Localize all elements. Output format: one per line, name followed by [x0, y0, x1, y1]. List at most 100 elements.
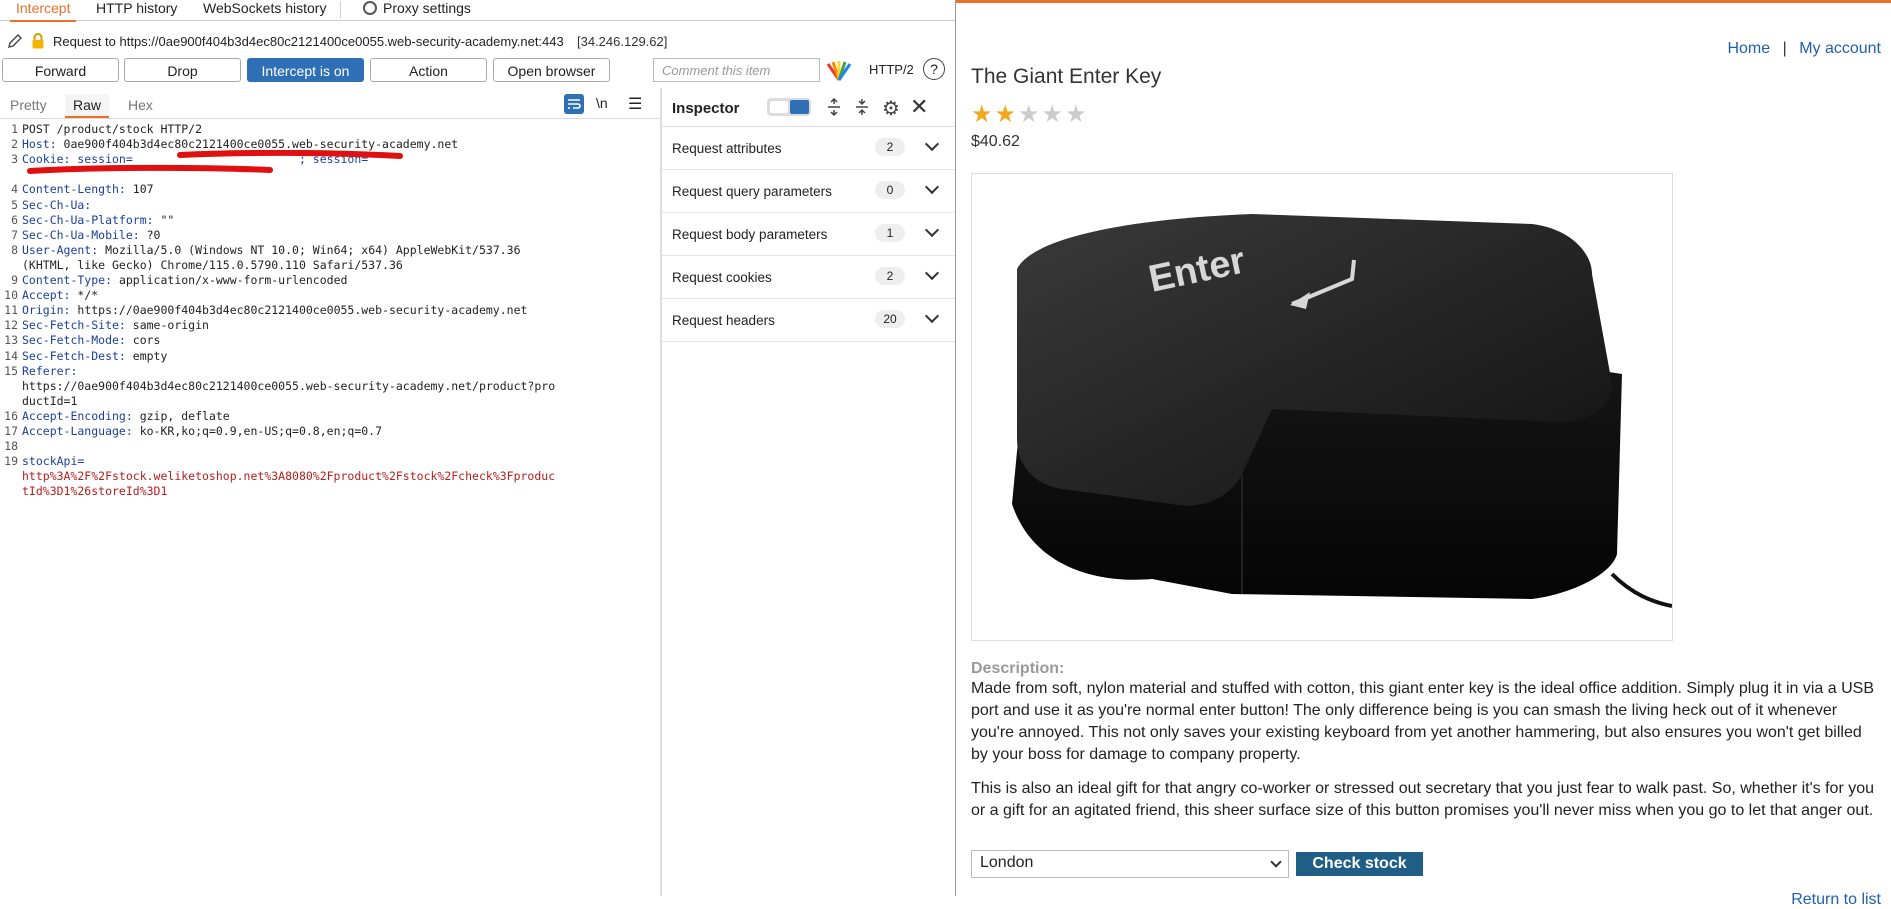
- inspector-row-query-parameters[interactable]: Request query parameters 0: [662, 170, 955, 213]
- inspector-row-request-attributes[interactable]: Request attributes 2: [662, 127, 955, 170]
- request-line: Sec-Fetch-Site: same-origin: [22, 318, 209, 333]
- chevron-down-icon[interactable]: [924, 222, 940, 238]
- intercept-toggle-button[interactable]: Intercept is on: [247, 58, 364, 82]
- header-value: ductId=1: [22, 393, 78, 408]
- chevron-down-icon: [1270, 856, 1282, 868]
- http-version-label[interactable]: HTTP/2: [869, 62, 914, 77]
- request-line: Sec-Ch-Ua-Mobile: ?0: [22, 228, 160, 243]
- header-name: Sec-Fetch-Site:: [22, 318, 126, 333]
- forward-button[interactable]: Forward: [2, 58, 119, 82]
- chevron-down-icon[interactable]: [924, 308, 940, 324]
- tab-intercept[interactable]: Intercept: [10, 0, 77, 22]
- tab-http-history[interactable]: HTTP history: [96, 0, 177, 20]
- tab-proxy-settings[interactable]: Proxy settings: [363, 0, 471, 20]
- check-stock-button[interactable]: Check stock: [1296, 852, 1423, 876]
- header-value: same-origin: [125, 318, 209, 333]
- header-name: Referer:: [22, 363, 78, 378]
- inspector-panel: Inspector ⚙ ✕ Request attributes 2 Reque…: [662, 88, 955, 896]
- open-browser-button[interactable]: Open browser: [493, 58, 610, 82]
- tab-divider: [340, 1, 341, 18]
- line-number: 3: [11, 152, 18, 167]
- menu-icon[interactable]: ☰: [628, 94, 642, 114]
- star-empty-icon: ★: [1018, 101, 1042, 128]
- description-heading: Description:: [971, 660, 1065, 677]
- description-paragraph-1: Made from soft, nylon material and stuff…: [971, 680, 1874, 763]
- editor-tabs: Pretty Raw Hex \n ☰: [0, 94, 660, 119]
- product-image: Enter: [971, 173, 1673, 641]
- close-icon[interactable]: ✕: [910, 94, 928, 120]
- inspector-title: Inspector: [672, 100, 740, 117]
- request-line: Accept: */*: [22, 288, 98, 303]
- header-value: https://0ae900f404b3d4ec80c2121400ce0055…: [70, 303, 528, 318]
- tab-websockets-history[interactable]: WebSockets history: [203, 0, 326, 20]
- request-line: Content-Length: 107: [22, 182, 154, 197]
- tab-pretty[interactable]: Pretty: [10, 94, 47, 118]
- request-line: Cookie: session= ; session=: [22, 152, 368, 167]
- request-line: stockApi=: [22, 454, 84, 469]
- inspector-row-count: 2: [875, 267, 905, 285]
- help-icon[interactable]: ?: [923, 58, 945, 80]
- description-paragraph-2: This is also an ideal gift for that angr…: [971, 780, 1875, 819]
- gear-icon: [363, 1, 377, 15]
- show-newlines-icon[interactable]: \n: [596, 95, 608, 111]
- word-wrap-icon[interactable]: [564, 94, 584, 114]
- request-editor[interactable]: 1 POST /product/stock HTTP/2 2 Host: 0ae900…: [0, 120, 660, 896]
- line-number: 17: [4, 424, 18, 438]
- line-number: 14: [4, 348, 18, 363]
- collapse-all-icon[interactable]: [854, 98, 870, 116]
- request-line: tId%3D1%26storeId%3D1: [22, 484, 167, 499]
- layout-horizontal-icon[interactable]: [790, 100, 809, 114]
- highlight-color-icon[interactable]: [826, 60, 852, 82]
- star-filled-icon: ★: [971, 101, 995, 128]
- inspector-row-headers[interactable]: Request headers 20: [662, 299, 955, 342]
- request-line: Sec-Fetch-Mode: cors: [22, 333, 160, 348]
- layout-toggle[interactable]: [767, 98, 811, 116]
- product-rating: ★★★★★: [971, 100, 1089, 129]
- drop-button[interactable]: Drop: [124, 58, 241, 82]
- chevron-down-icon[interactable]: [924, 179, 940, 195]
- enter-key-image: Enter: [1012, 214, 1672, 608]
- home-link[interactable]: Home: [1727, 40, 1770, 57]
- tab-hex[interactable]: Hex: [128, 94, 153, 118]
- header-value: 107: [125, 182, 154, 197]
- layout-vertical-icon[interactable]: [770, 101, 788, 113]
- header-value: https://0ae900f404b3d4ec80c2121400ce0055…: [22, 378, 556, 393]
- request-line: (KHTML, like Gecko) Chrome/115.0.5790.11…: [22, 258, 403, 273]
- expand-all-icon[interactable]: [826, 98, 842, 116]
- request-line: https://0ae900f404b3d4ec80c2121400ce0055…: [22, 379, 555, 394]
- request-line: Content-Type: application/x-www-form-url…: [22, 273, 347, 288]
- store-select[interactable]: London: [971, 850, 1289, 878]
- product-page: Home | My account The Giant Enter Key ★★…: [956, 0, 1891, 908]
- line-number: 7: [11, 227, 18, 242]
- header-name: Accept-Encoding:: [22, 408, 133, 423]
- inspector-row-label: Request attributes: [672, 141, 782, 156]
- chevron-down-icon[interactable]: [924, 265, 940, 281]
- inspector-row-count: 2: [875, 138, 905, 156]
- request-target-url: Request to https://0ae900f404b3d4ec80c21…: [53, 34, 564, 49]
- tab-raw[interactable]: Raw: [65, 94, 109, 118]
- line-number: 9: [11, 273, 18, 287]
- pencil-icon[interactable]: [6, 32, 24, 50]
- header-name: Cookie: session=: [22, 152, 133, 167]
- request-line: Sec-Ch-Ua-Platform: "": [22, 213, 174, 228]
- inspector-row-body-parameters[interactable]: Request body parameters 1: [662, 213, 955, 256]
- header-value: http%3A%2F%2Fstock.weliketoshop.net%3A80…: [22, 469, 556, 484]
- line-number: 4: [11, 182, 18, 197]
- star-filled-icon: ★: [994, 101, 1019, 128]
- line-number: 12: [4, 318, 18, 333]
- my-account-link[interactable]: My account: [1799, 40, 1881, 57]
- comment-input[interactable]: Comment this item: [653, 58, 820, 82]
- line-number: 10: [4, 288, 18, 303]
- header-value: application/x-www-form-urlencoded: [112, 273, 348, 287]
- request-line: User-Agent: Mozilla/5.0 (Windows NT 10.0…: [22, 243, 521, 258]
- line-number: 19: [4, 454, 18, 469]
- header-value: tId%3D1%26storeId%3D1: [22, 484, 168, 499]
- proxy-settings-label: Proxy settings: [383, 0, 471, 16]
- chevron-down-icon[interactable]: [924, 136, 940, 152]
- action-button[interactable]: Action: [370, 58, 487, 82]
- inspector-settings-icon[interactable]: ⚙: [882, 96, 900, 121]
- inspector-row-cookies[interactable]: Request cookies 2: [662, 256, 955, 299]
- product-price: $40.62: [971, 133, 1020, 150]
- intercept-toolbar: Forward Drop Intercept is on Action Open…: [0, 58, 955, 86]
- return-to-list-link[interactable]: Return to list: [1791, 891, 1881, 909]
